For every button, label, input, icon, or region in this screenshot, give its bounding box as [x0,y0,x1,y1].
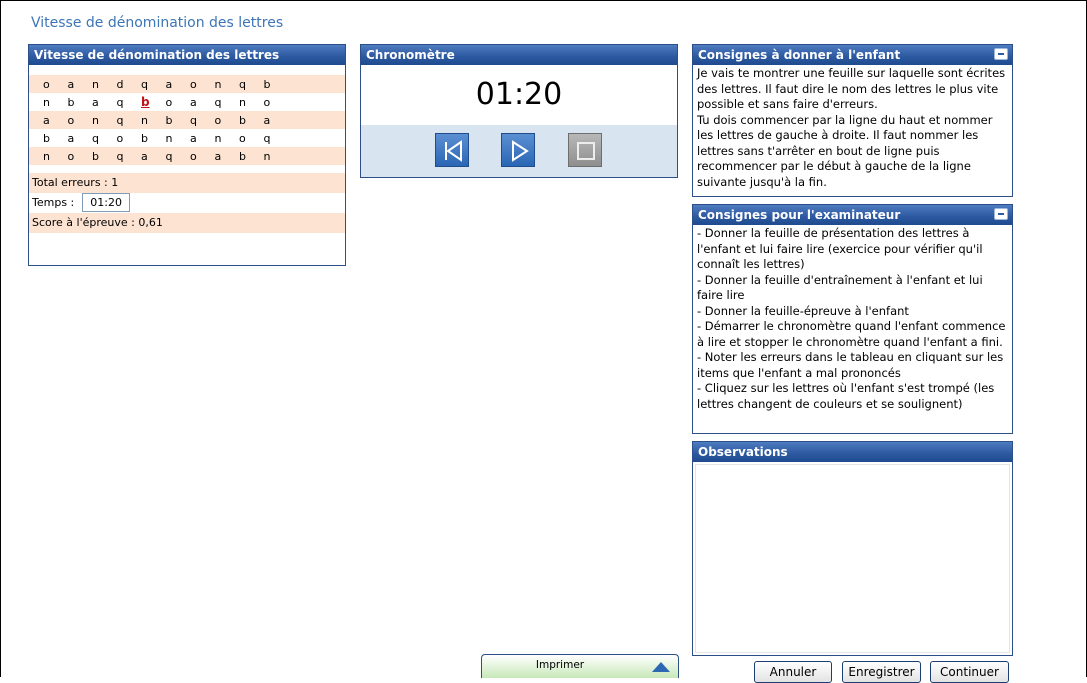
letter-cell[interactable]: a [92,96,117,109]
print-label: Imprimer [535,659,585,671]
letter-cell[interactable]: q [190,114,215,127]
child-instructions-panel: Consignes à donner à l'enfant Je vais te… [692,44,1013,197]
letter-cell[interactable]: q [117,114,142,127]
letter-cell[interactable]: q [117,96,142,109]
collapse-icon[interactable] [994,48,1008,60]
letter-cell[interactable]: o [68,114,93,127]
letters-row: oandqaonqb [29,75,345,93]
child-instructions-title: Consignes à donner à l'enfant [693,45,1012,65]
examiner-instructions-title-text: Consignes pour l'examinateur [698,208,901,222]
letter-cell[interactable]: a [141,150,166,163]
letter-cell[interactable]: o [166,96,191,109]
examiner-instructions-title: Consignes pour l'examinateur [693,205,1012,225]
chrono-display: 01:20 [475,77,563,112]
letter-cell[interactable]: b [264,78,289,91]
letter-cell[interactable]: n [166,132,191,145]
examiner-instructions-text: - Donner la feuille de présentation des … [697,226,1006,411]
collapse-icon[interactable] [994,208,1008,220]
letter-cell[interactable]: a [264,114,289,127]
letter-cell[interactable]: q [166,150,191,163]
continue-button[interactable]: Continuer [930,661,1009,683]
letter-cell[interactable]: b [43,132,68,145]
letters-grid: oandqaonqbnbaqboaqnoaonqnbqobabaqobnanoq… [29,75,345,165]
letter-cell[interactable]: q [141,78,166,91]
letter-cell[interactable]: n [43,150,68,163]
letter-cell[interactable]: o [190,150,215,163]
child-instructions-text: Je vais te montrer une feuille sur laque… [697,66,1006,189]
letter-cell[interactable]: b [166,114,191,127]
letter-cell[interactable]: b [239,114,264,127]
letter-cell[interactable]: a [190,132,215,145]
letter-cell[interactable]: o [264,96,289,109]
letter-cell[interactable]: n [239,96,264,109]
stop-button[interactable] [568,133,602,167]
letter-cell[interactable]: o [43,78,68,91]
letter-cell[interactable]: a [215,150,240,163]
page-title: Vitesse de dénomination des lettres [31,15,284,31]
letter-cell[interactable]: q [117,150,142,163]
letter-cell[interactable]: a [190,96,215,109]
letter-cell[interactable]: q [215,96,240,109]
letter-cell[interactable]: a [68,78,93,91]
score-text: Score à l'épreuve : 0,61 [29,213,345,233]
letter-cell-error[interactable]: b [141,95,166,109]
examiner-instructions-panel: Consignes pour l'examinateur - Donner la… [692,204,1013,434]
expand-up-icon[interactable] [652,662,670,672]
play-button[interactable] [501,133,535,167]
letters-row: aonqnbqoba [29,111,345,129]
reset-button[interactable] [435,133,469,167]
child-instructions-title-text: Consignes à donner à l'enfant [698,48,901,62]
letter-cell[interactable]: a [166,78,191,91]
letters-panel: Vitesse de dénomination des lettres oand… [28,44,346,266]
time-row: Temps : 01:20 [29,193,345,213]
stop-icon [577,142,595,160]
letter-cell[interactable]: d [117,78,142,91]
letter-cell[interactable]: a [43,114,68,127]
letter-cell[interactable]: b [239,150,264,163]
letter-cell[interactable]: o [239,132,264,145]
chrono-title: Chronomètre [361,45,677,65]
letter-cell[interactable]: n [264,150,289,163]
letter-cell[interactable]: o [68,150,93,163]
play-icon [512,140,529,162]
letter-cell[interactable]: b [68,96,93,109]
reset-icon [445,140,462,162]
letter-cell[interactable]: n [141,114,166,127]
letter-cell[interactable]: q [264,132,289,145]
chrono-controls [361,125,677,177]
letters-row: nbaqboaqno [29,93,345,111]
observations-textarea[interactable] [695,464,1010,653]
print-bar[interactable]: Imprimer [481,654,679,678]
letters-row: baqobnanoq [29,129,345,147]
cancel-button[interactable]: Annuler [754,661,832,683]
letter-cell[interactable]: a [68,132,93,145]
chrono-panel: Chronomètre 01:20 [360,44,678,178]
total-errors: Total erreurs : 1 [29,173,345,193]
letter-cell[interactable]: q [239,78,264,91]
letters-panel-title: Vitesse de dénomination des lettres [29,45,345,65]
letter-cell[interactable]: n [92,114,117,127]
observations-title: Observations [693,442,1012,462]
save-button[interactable]: Enregistrer [842,661,921,683]
letter-cell[interactable]: b [92,150,117,163]
letter-cell[interactable]: o [117,132,142,145]
letter-cell[interactable]: n [43,96,68,109]
letter-cell[interactable]: n [215,78,240,91]
letter-cell[interactable]: o [215,114,240,127]
time-field[interactable]: 01:20 [82,193,130,212]
time-label: Temps : [32,196,75,209]
letters-row: nobqaqoabn [29,147,345,165]
letter-cell[interactable]: n [215,132,240,145]
letter-cell[interactable]: b [141,132,166,145]
letter-cell[interactable]: n [92,78,117,91]
observations-panel: Observations [692,441,1013,656]
letter-cell[interactable]: q [92,132,117,145]
letter-cell[interactable]: o [190,78,215,91]
